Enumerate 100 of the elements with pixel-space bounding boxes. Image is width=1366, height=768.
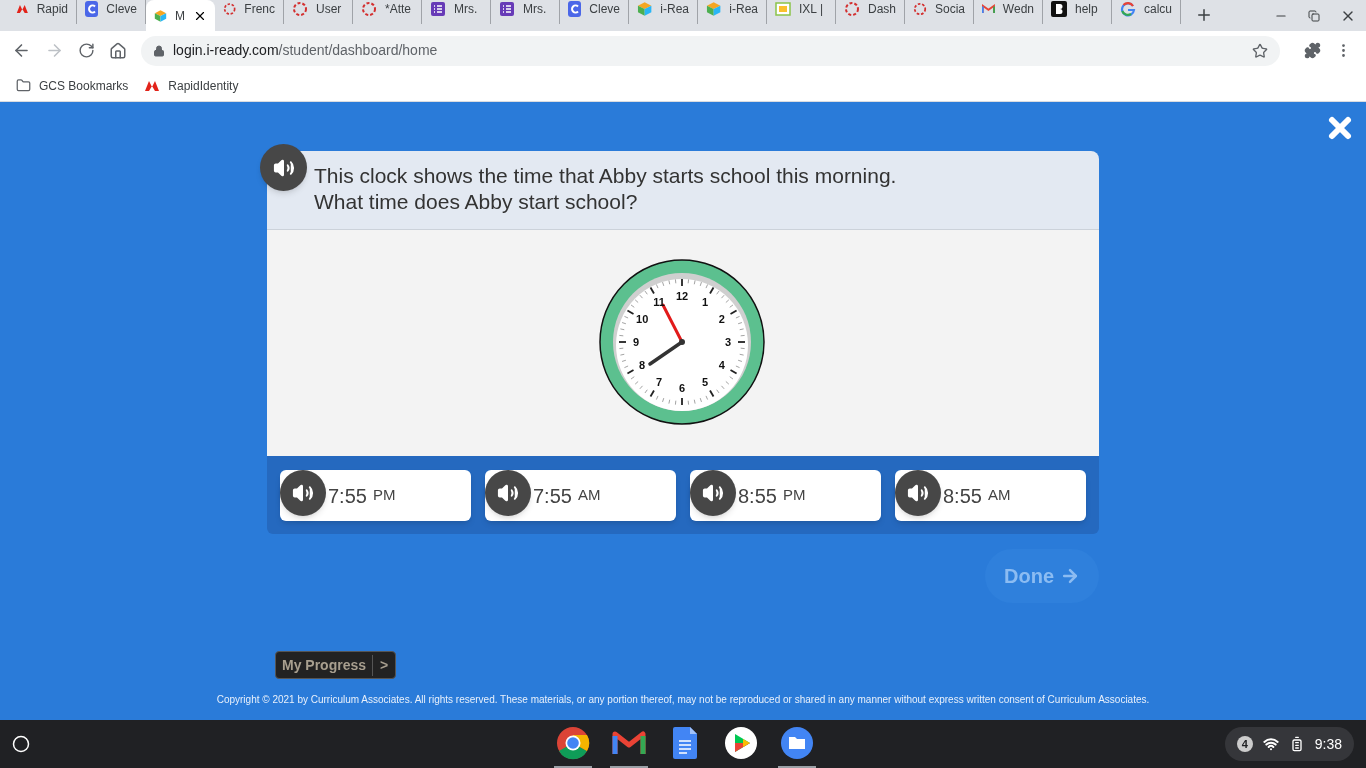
tab-title: Wedn (1002, 0, 1034, 18)
clock-numeral: 6 (678, 382, 686, 394)
dashed-ring-icon (361, 0, 377, 17)
tab-title: i-Rea (729, 0, 758, 18)
clock-numeral: 8 (639, 359, 646, 371)
speaker-icon (907, 482, 929, 504)
folder-icon (780, 726, 814, 760)
clock-numeral: 10 (636, 313, 649, 325)
list-icon (499, 0, 515, 17)
question-text: This clock shows the time that Abby starts school this morning. (314, 163, 898, 189)
answer-choice[interactable]: 7:55 AM (485, 470, 676, 521)
mail-icon (612, 730, 646, 756)
tab-title: M (175, 7, 185, 25)
browser-tab[interactable]: Cleve (560, 0, 629, 24)
browser-tab[interactable]: Wedn (974, 0, 1043, 24)
clock-time: 9:38 (1314, 734, 1342, 754)
clock-numeral: 1 (701, 296, 709, 309)
mail-icon (982, 2, 995, 15)
chrome-logo-icon (556, 726, 590, 760)
new-tab-icon[interactable] (1195, 6, 1213, 24)
browser-tab[interactable]: Dash (836, 0, 905, 24)
tab-title: Cleve (106, 0, 137, 18)
ixl-logo-icon (775, 0, 791, 17)
dashed-ring-icon (844, 0, 860, 17)
browser-tab[interactable]: Mrs. (491, 0, 560, 24)
extensions-icon[interactable] (1304, 42, 1321, 59)
bookmark-star-icon[interactable] (1252, 42, 1268, 59)
google-g-icon (1120, 0, 1136, 17)
bold-b-icon (1051, 0, 1067, 17)
cube-icon (706, 0, 722, 17)
clock-numeral: 4 (718, 359, 725, 371)
restore-icon[interactable] (1308, 9, 1320, 22)
url-text: login.i-ready.com/student/dashboard/home (173, 41, 438, 60)
audio-button[interactable] (485, 470, 531, 516)
home-icon[interactable] (109, 41, 127, 60)
browser-tab[interactable]: Rapid (8, 0, 77, 24)
dashed-ring-icon (292, 0, 308, 17)
audio-button[interactable] (895, 470, 941, 516)
tab-title: IXL | (799, 0, 824, 18)
browser-tab[interactable]: Mrs. (422, 0, 491, 24)
clock-numeral: 2 (718, 313, 725, 325)
browser-tab[interactable]: calcu (1112, 0, 1181, 24)
clever-logo-icon (85, 0, 99, 17)
cube-icon (637, 0, 653, 17)
back-icon[interactable] (12, 41, 31, 60)
clock-numeral: 9 (632, 336, 640, 348)
speaker-icon (292, 482, 314, 504)
bookmark[interactable]: RapidIdentity (144, 76, 239, 95)
tab-title: Mrs. (454, 0, 478, 18)
browser-tab[interactable]: Frenc (215, 0, 284, 24)
tab-title: Socia (934, 0, 965, 18)
status-tray[interactable]: 4 9:38 (1224, 727, 1354, 761)
clock-numeral: 3 (724, 336, 732, 348)
address-bar[interactable]: login.i-ready.com/student/dashboard/home (141, 35, 1280, 66)
wifi-icon (1262, 736, 1279, 752)
dashed-ring-icon (223, 0, 237, 17)
browser-tab[interactable]: User (284, 0, 353, 24)
audio-button[interactable] (280, 470, 326, 516)
browser-tab[interactable]: Cleve (77, 0, 146, 24)
browser-tab[interactable]: i-Rea (698, 0, 767, 24)
audio-button[interactable] (260, 144, 307, 191)
reload-icon[interactable] (78, 42, 95, 59)
document-icon (673, 727, 697, 759)
tab-title: User (316, 0, 342, 18)
tab-title: Dash (868, 0, 896, 18)
notification-count: 4 (1236, 736, 1253, 752)
dashed-ring-icon (913, 0, 927, 17)
tab-title: *Atte (385, 0, 411, 18)
play-store-icon (724, 726, 758, 760)
lock-icon (153, 44, 165, 57)
cube-icon (154, 7, 167, 24)
answer-choice[interactable]: 7:55 PM (280, 470, 471, 521)
browser-tab[interactable]: i-Rea (629, 0, 698, 24)
clock-numeral: 5 (701, 375, 709, 388)
browser-tab[interactable]: help (1043, 0, 1112, 24)
tab-title: Frenc (244, 0, 275, 18)
browser-tab[interactable]: Socia (905, 0, 974, 24)
launcher-icon[interactable] (12, 735, 30, 753)
tab-title: help (1075, 0, 1098, 18)
copyright-text: Copyright © 2021 by Curriculum Associates. All rights reserved. These materials, or any portion thereof, may not be reproduced or shared in any manner without express written consent of Curriculum Associates. (215, 693, 1151, 707)
browser-tab[interactable]: IXL | (767, 0, 836, 24)
bookmark[interactable]: GCS Bookmarks (16, 76, 129, 95)
clock-numeral: 7 (655, 375, 663, 388)
audio-button[interactable] (690, 470, 736, 516)
speaker-icon (702, 482, 724, 504)
clever-logo-icon (568, 0, 582, 17)
my-progress-button[interactable]: My Progress > (275, 651, 397, 679)
browser-tab[interactable]: *Atte (353, 0, 422, 24)
clock-numeral: 12 (675, 290, 689, 302)
answer-choice[interactable]: 8:55 AM (895, 470, 1086, 521)
tab-title: i-Rea (660, 0, 689, 18)
tab-title: Cleve (589, 0, 620, 18)
speaker-icon (497, 482, 519, 504)
tab-title: Rapid (36, 0, 68, 18)
tab-title: calcu (1144, 0, 1172, 18)
browser-tab[interactable]: M (146, 0, 215, 31)
answer-choice[interactable]: 8:55 PM (690, 470, 881, 521)
list-icon (430, 0, 446, 17)
clock-numeral: 11 (653, 296, 665, 309)
folder-icon (16, 78, 31, 93)
